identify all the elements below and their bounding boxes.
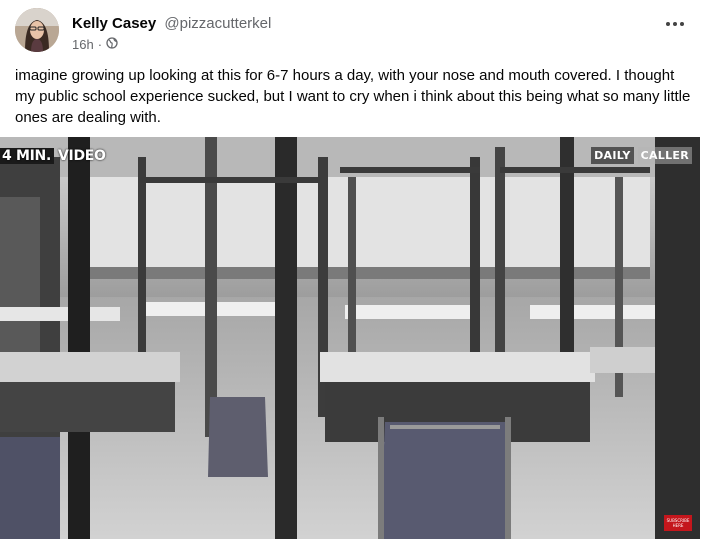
video-label: VIDEO (58, 148, 106, 164)
avatar-image (15, 8, 59, 52)
more-options-icon[interactable] (663, 14, 687, 34)
post-meta: 16h · (72, 37, 118, 52)
post-timestamp[interactable]: 16h (72, 37, 94, 52)
post-header: Kelly Casey @pizzacutterkel 16h · (0, 0, 707, 62)
daily-caller-logo: DAILY CALLER (591, 147, 692, 164)
video-frame (0, 137, 700, 539)
author-display-name[interactable]: Kelly Casey (72, 15, 156, 32)
globe-icon (106, 37, 118, 52)
logo-word-1: DAILY (591, 147, 634, 164)
video-length: 4 MIN. (0, 148, 54, 164)
author-handle[interactable]: @pizzacutterkel (164, 15, 271, 32)
subscribe-button[interactable]: SUBSCRIBE HERE (664, 515, 692, 531)
meta-separator: · (97, 37, 103, 52)
tweet-post: Kelly Casey @pizzacutterkel 16h · imagin… (0, 0, 707, 545)
scroll-edge (700, 0, 707, 545)
post-text: imagine growing up looking at this for 6… (15, 67, 691, 126)
logo-word-2: CALLER (637, 147, 692, 164)
video-length-badge: 4 MIN. VIDEO (0, 147, 106, 165)
avatar[interactable] (15, 8, 59, 52)
video-player[interactable]: 4 MIN. VIDEO DAILY CALLER SUBSCRIBE HERE (0, 137, 700, 539)
author-line: Kelly Casey @pizzacutterkel (72, 15, 271, 32)
